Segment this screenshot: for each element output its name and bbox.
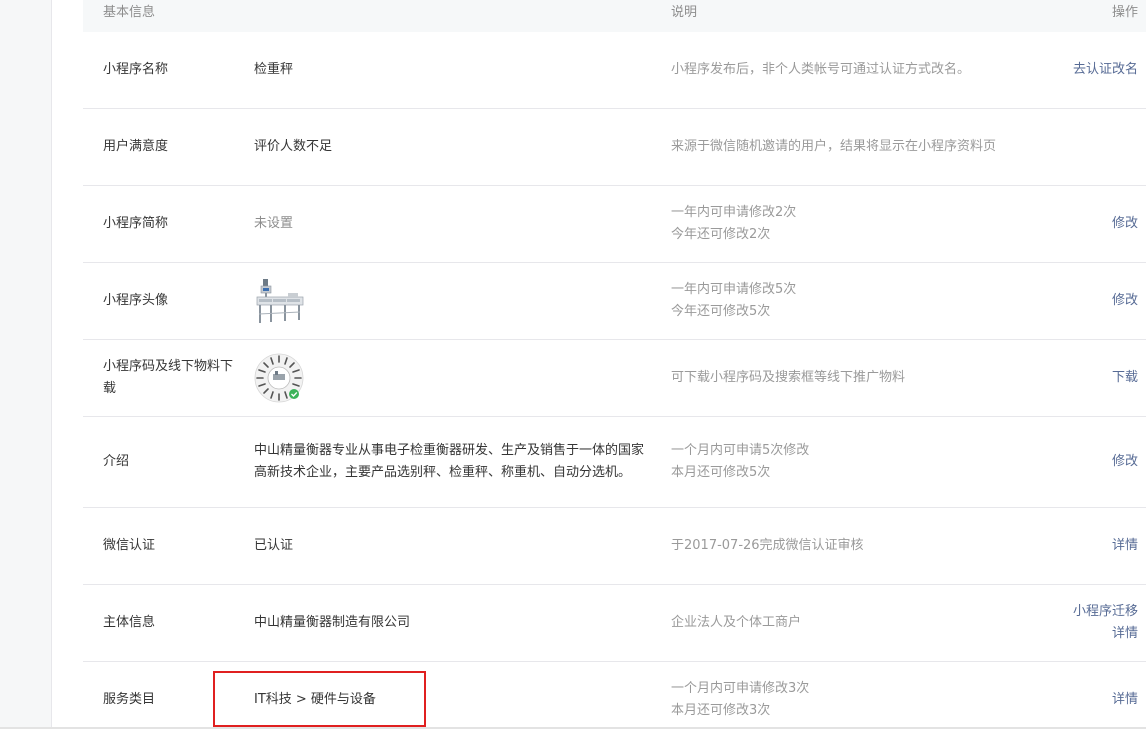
- row-entity-info: 主体信息 中山精量衡器制造有限公司 企业法人及个体工商户 小程序迁移 详情: [83, 585, 1146, 662]
- row-description: 于2017-07-26完成微信认证审核: [671, 538, 864, 553]
- row-label: 主体信息: [103, 615, 156, 630]
- category-details-link[interactable]: 详情: [1112, 689, 1138, 711]
- verification-details-link[interactable]: 详情: [1112, 535, 1138, 557]
- header-operation: 操作: [1111, 5, 1138, 20]
- introduction-value: 中山精量衡器专业从事电子检重衡器研发、生产及销售于一体的国家高新技术企业，主要产…: [254, 443, 645, 480]
- row-label: 服务类目: [103, 692, 156, 707]
- row-wechat-verification: 微信认证 已认证 于2017-07-26完成微信认证审核 详情: [83, 508, 1146, 585]
- row-description: 一年内可申请修改5次 今年还可修改5次: [671, 279, 1051, 323]
- row-label: 小程序头像: [103, 293, 169, 308]
- row-short-name: 小程序简称 未设置 一年内可申请修改2次 今年还可修改2次 修改: [83, 186, 1146, 263]
- edit-avatar-link[interactable]: 修改: [1112, 290, 1138, 312]
- row-label: 小程序码及线下物料下载: [103, 359, 234, 396]
- row-description: 一个月内可申请5次修改 本月还可修改5次: [671, 440, 1051, 484]
- entity-details-link[interactable]: 详情: [1073, 623, 1138, 645]
- desc-line: 一年内可申请修改5次: [671, 282, 797, 297]
- basic-info-panel: 基本信息 说明 操作 小程序名称 检重秤 小程序发布后，非个人类帐号可通过认证方…: [83, 0, 1146, 729]
- migrate-mini-program-link[interactable]: 小程序迁移: [1073, 601, 1138, 623]
- row-label: 小程序简称: [103, 216, 169, 231]
- edit-introduction-link[interactable]: 修改: [1112, 451, 1138, 473]
- desc-line: 今年还可修改2次: [671, 227, 771, 242]
- desc-line: 本月还可修改3次: [671, 703, 771, 718]
- mini-program-code-image: [254, 353, 304, 403]
- header-description: 说明: [671, 5, 698, 20]
- edit-short-name-link[interactable]: 修改: [1112, 213, 1138, 235]
- table-header: 基本信息 说明 操作: [83, 0, 1146, 32]
- desc-line: 一个月内可申请修改3次: [671, 681, 810, 696]
- row-description: 来源于微信随机邀请的用户，结果将显示在小程序资料页: [671, 139, 997, 154]
- row-description: 一个月内可申请修改3次 本月还可修改3次: [671, 678, 1051, 722]
- desc-line: 今年还可修改5次: [671, 304, 771, 319]
- row-label: 介绍: [103, 454, 130, 469]
- mini-program-name-value: 检重秤: [254, 62, 294, 77]
- row-description: 企业法人及个体工商户: [671, 615, 802, 630]
- row-label: 小程序名称: [103, 62, 169, 77]
- desc-line: 一个月内可申请5次修改: [671, 443, 810, 458]
- service-category-value: IT科技 > 硬件与设备: [254, 692, 376, 707]
- verify-rename-link[interactable]: 去认证改名: [1073, 59, 1138, 81]
- left-sidebar-rail: [0, 0, 52, 729]
- verification-status: 已认证: [254, 538, 294, 553]
- row-label: 微信认证: [103, 538, 156, 553]
- desc-line: 本月还可修改5次: [671, 465, 771, 480]
- row-description: 一年内可申请修改2次 今年还可修改2次: [671, 202, 1051, 246]
- row-avatar: 小程序头像 一年内可申请修改5次 今年还可修改5次 修改: [83, 263, 1146, 340]
- short-name-value: 未设置: [254, 216, 294, 231]
- row-description: 小程序发布后，非个人类帐号可通过认证方式改名。: [671, 62, 971, 77]
- download-code-link[interactable]: 下载: [1112, 367, 1138, 389]
- checkweigher-avatar-image: [254, 276, 304, 326]
- entity-actions: 小程序迁移 详情: [1073, 601, 1138, 645]
- row-mini-program-code: 小程序码及线下物料下载 可下载小程序码及搜索框等线下推广物料 下载: [83, 340, 1146, 417]
- row-mini-program-name: 小程序名称 检重秤 小程序发布后，非个人类帐号可通过认证方式改名。 去认证改名: [83, 32, 1146, 109]
- desc-line: 一年内可申请修改2次: [671, 205, 797, 220]
- row-user-satisfaction: 用户满意度 评价人数不足 来源于微信随机邀请的用户，结果将显示在小程序资料页: [83, 109, 1146, 186]
- entity-name-value: 中山精量衡器制造有限公司: [254, 615, 411, 630]
- row-introduction: 介绍 中山精量衡器专业从事电子检重衡器研发、生产及销售于一体的国家高新技术企业，…: [83, 417, 1146, 508]
- row-description: 可下载小程序码及搜索框等线下推广物料: [671, 370, 906, 385]
- header-basic-info: 基本信息: [103, 5, 156, 20]
- row-label: 用户满意度: [103, 139, 169, 154]
- satisfaction-value: 评价人数不足: [254, 139, 333, 154]
